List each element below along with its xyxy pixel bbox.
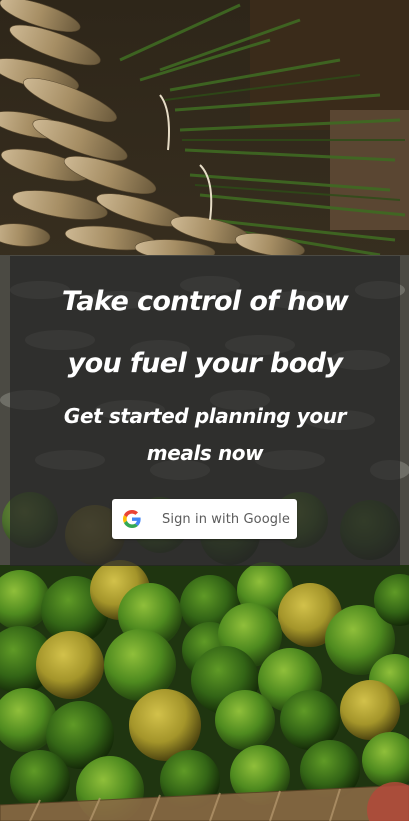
subheadline-line-1: Get started planning your bbox=[63, 404, 347, 428]
headline: Take control of how you fuel your body bbox=[10, 286, 400, 379]
headline-line-1: Take control of how bbox=[61, 286, 349, 317]
subheadline-line-2: meals now bbox=[146, 441, 264, 465]
google-sign-in-button[interactable]: Sign in with Google bbox=[112, 499, 297, 539]
login-screen: Take control of how you fuel your body G… bbox=[0, 0, 409, 821]
subheadline: Get started planning your meals now bbox=[10, 404, 400, 465]
hero-panel: Take control of how you fuel your body G… bbox=[10, 256, 400, 566]
headline-line-2: you fuel your body bbox=[67, 348, 343, 379]
google-g-icon bbox=[123, 510, 141, 528]
google-sign-in-label: Sign in with Google bbox=[162, 511, 290, 527]
